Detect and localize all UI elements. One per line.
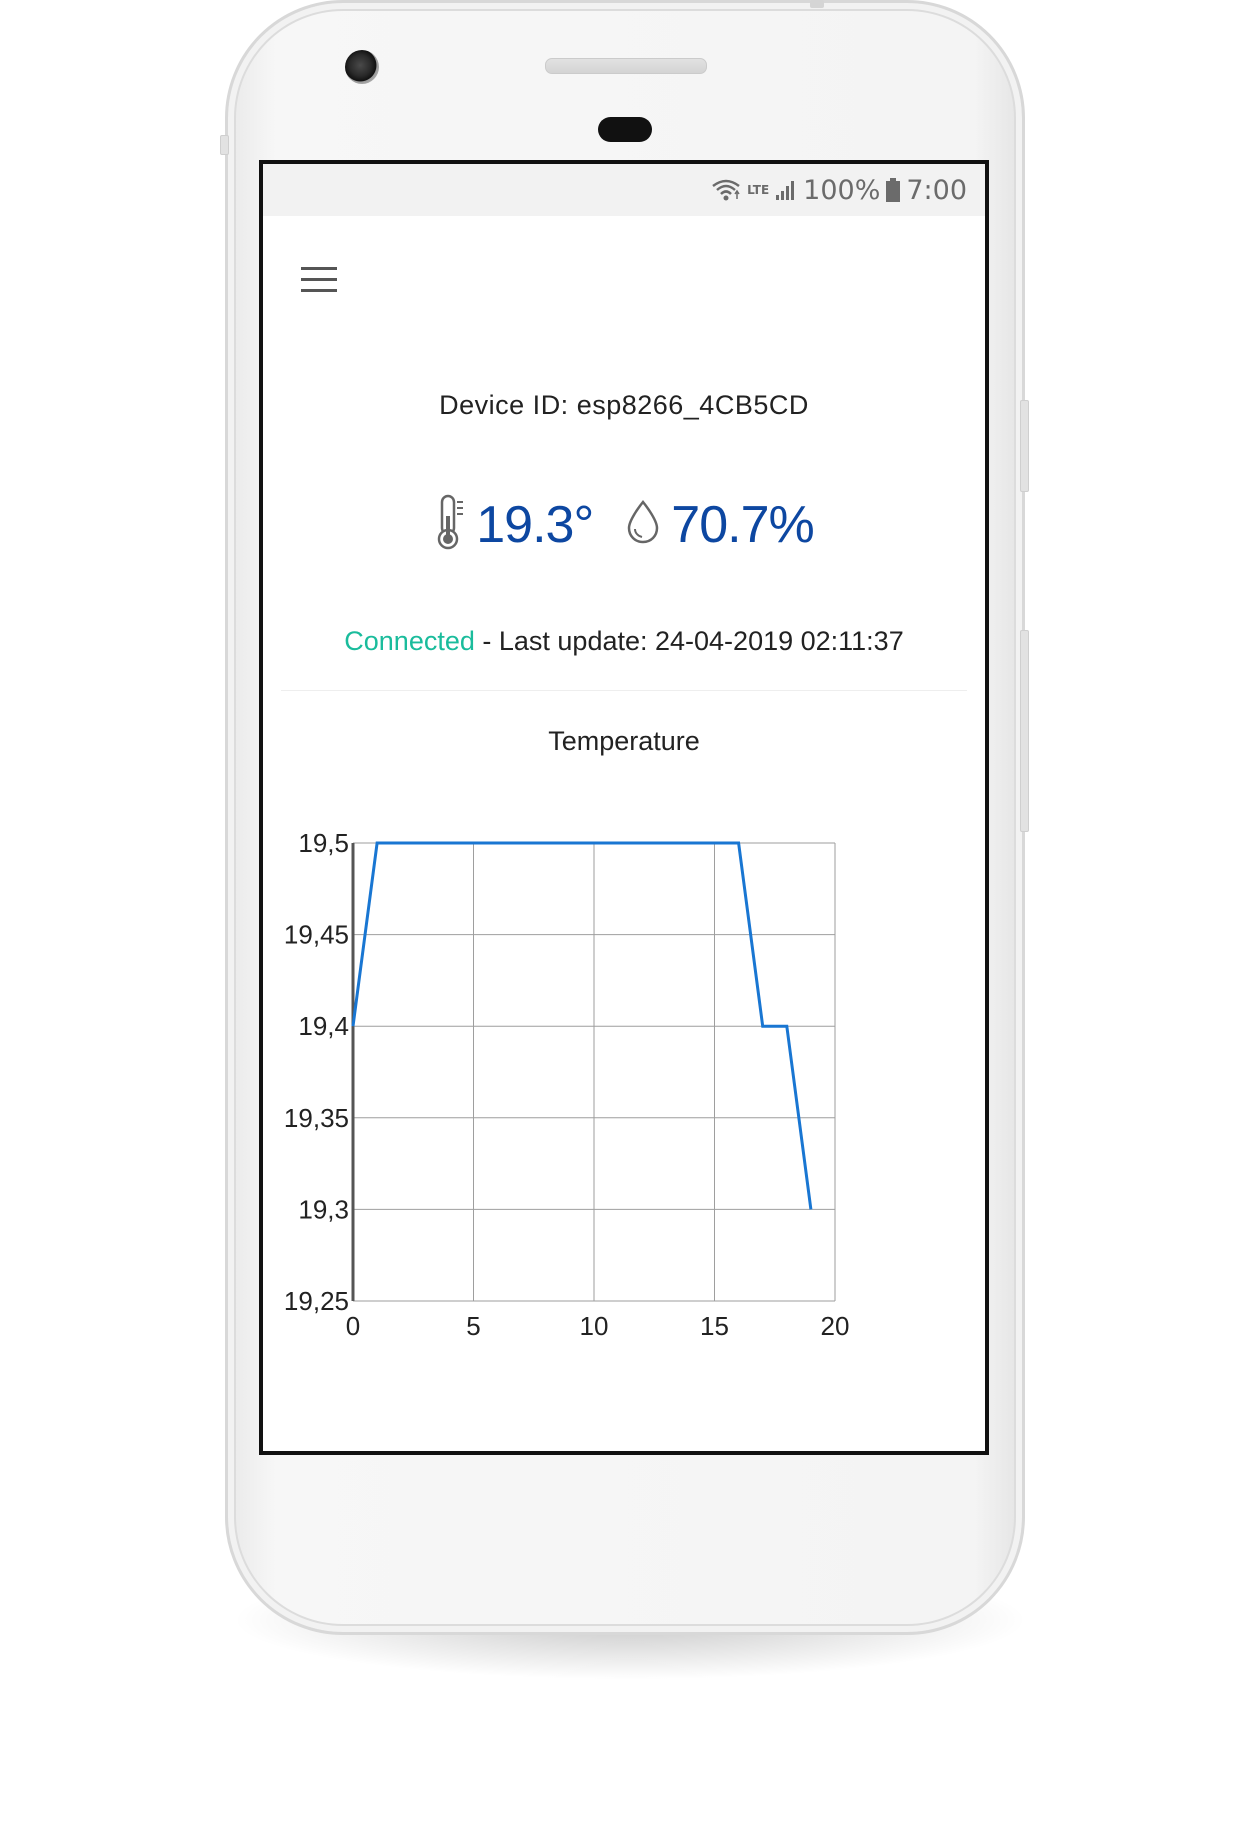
last-update-text: - Last update: 24-04-2019 02:11:37 — [474, 626, 904, 656]
temperature-chart: 0 5 10 15 2019,519,4519,419,3519,319,25 — [284, 828, 850, 1341]
readings-row: 19.3° 70.7% — [263, 494, 985, 555]
y-tick-label: 19,35 — [284, 1103, 349, 1133]
app-screen: LTE 100% 7:00 Device ID: esp8266_4CB5CD … — [259, 160, 989, 1455]
humidity-reading: 70.7% — [625, 495, 815, 555]
connection-status: Connected — [344, 626, 475, 656]
phone-top-button — [810, 0, 824, 8]
y-tick-label: 19,5 — [298, 828, 349, 858]
phone-left-button — [220, 135, 229, 155]
section-divider — [281, 690, 967, 691]
y-tick-label: 19,4 — [298, 1011, 349, 1041]
hamburger-menu-icon[interactable] — [301, 259, 341, 299]
temperature-reading: 19.3° — [434, 494, 594, 555]
front-camera — [345, 50, 379, 84]
status-bar: LTE 100% 7:00 — [263, 164, 985, 216]
humidity-value: 70.7% — [671, 495, 814, 554]
phone-power-button — [1020, 630, 1029, 832]
x-tick-label: 20 — [821, 1311, 850, 1341]
wifi-icon — [711, 178, 741, 202]
temperature-value: 19.3° — [476, 495, 594, 554]
device-id: Device ID: esp8266_4CB5CD — [439, 390, 809, 420]
droplet-icon — [625, 499, 661, 550]
chart-title: Temperature — [548, 726, 700, 756]
y-tick-label: 19,45 — [284, 920, 349, 950]
lte-indicator: LTE — [747, 182, 770, 197]
x-tick-label: 15 — [700, 1311, 729, 1341]
thermometer-icon — [434, 494, 466, 555]
y-tick-label: 19,3 — [298, 1194, 349, 1224]
phone-volume-button — [1020, 400, 1029, 492]
status-time: 7:00 — [906, 174, 967, 206]
lte-label: LTE — [747, 182, 770, 197]
signal-icon — [775, 179, 797, 201]
battery-percent: 100% — [803, 174, 881, 206]
battery-icon — [886, 178, 901, 202]
mockup-stage: LTE 100% 7:00 Device ID: esp8266_4CB5CD … — [0, 0, 1242, 1846]
earpiece-speaker — [545, 58, 707, 74]
y-tick-label: 19,25 — [284, 1286, 349, 1316]
x-tick-label: 10 — [580, 1311, 609, 1341]
connection-status-line: Connected - Last update: 24-04-2019 02:1… — [263, 626, 985, 657]
x-tick-label: 5 — [466, 1311, 480, 1341]
proximity-sensor — [598, 117, 652, 142]
